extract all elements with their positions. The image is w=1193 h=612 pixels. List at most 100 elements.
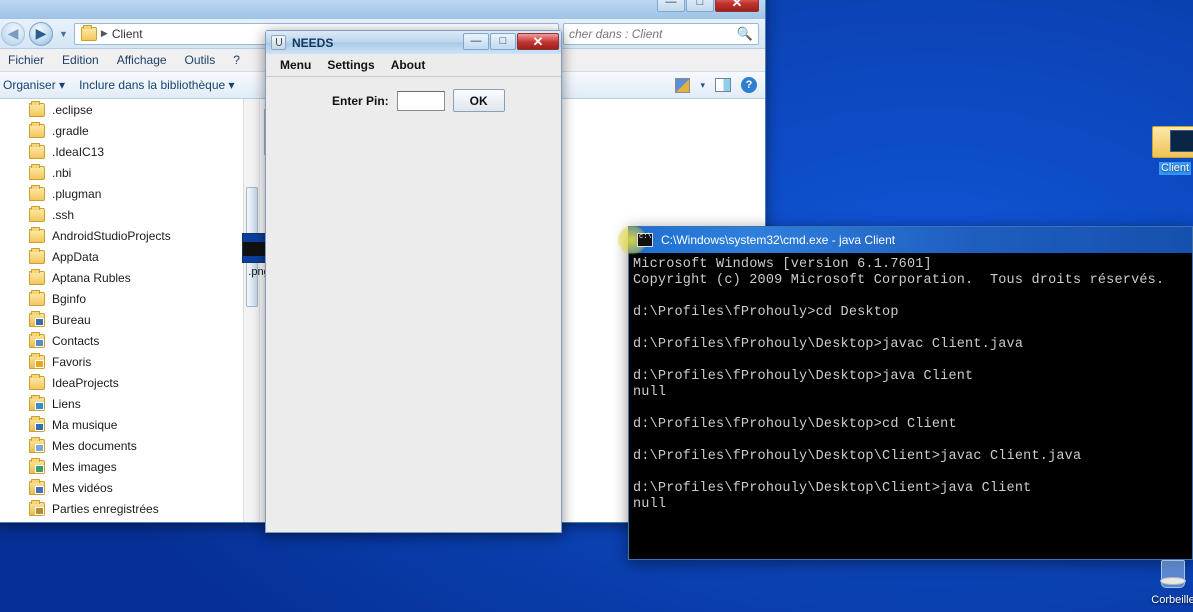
cmd-line: [633, 289, 1192, 305]
documents-folder-icon: [29, 436, 45, 453]
cmd-line: null: [633, 497, 667, 512]
menu-help[interactable]: ?: [224, 51, 249, 69]
desktop-icon-recycle-bin[interactable]: Corbeille: [1135, 558, 1193, 607]
navpane-item-label: .nbi: [52, 165, 72, 180]
navpane-item-favoris[interactable]: Favoris: [0, 351, 259, 372]
menu-item-about[interactable]: About: [383, 56, 434, 74]
navpane-item-label: Mes images: [52, 459, 117, 474]
search-text: cher dans : Client: [569, 26, 663, 41]
chevron-down-icon: ▾: [228, 78, 235, 92]
navpane-item-label: AndroidStudioProjects: [52, 228, 171, 243]
menu-item-menu[interactable]: Menu: [272, 56, 319, 74]
folder-icon: [80, 24, 97, 41]
cmd-line: d:\Profiles\fProhouly>cd Desktop: [633, 305, 899, 320]
search-input[interactable]: cher dans : Client 🔍: [563, 22, 759, 45]
favorites-folder-icon: [29, 352, 45, 369]
explorer-window-controls[interactable]: — □ ✕: [657, 0, 759, 12]
navpane-item-label: Parties enregistrées: [52, 501, 159, 516]
navpane-item-mes-vid-os[interactable]: Mes vidéos: [0, 477, 259, 498]
navpane-item-mes-documents[interactable]: Mes documents: [0, 435, 259, 456]
cmd-title: C:\Windows\system32\cmd.exe - java Clien…: [661, 233, 896, 247]
pin-input[interactable]: [396, 90, 445, 111]
navpane-item-ideaprojects[interactable]: IdeaProjects: [0, 372, 259, 393]
desktop-icon-client[interactable]: Client: [1137, 122, 1193, 175]
preview-pane-icon[interactable]: [715, 78, 731, 92]
navpane-item-liens[interactable]: Liens: [0, 393, 259, 414]
back-arrow-icon[interactable]: ▶: [1, 21, 25, 46]
navpane-item-label: .IdeaIC13: [52, 144, 105, 159]
desktop-folder-icon: [29, 310, 45, 327]
cmd-line: Microsoft Windows [version 6.1.7601]: [633, 257, 932, 272]
cmd-line: [633, 321, 1192, 337]
close-button[interactable]: ✕: [517, 33, 559, 50]
navpane-item-bginfo[interactable]: Bginfo: [0, 288, 259, 309]
cmd-line: null: [633, 385, 667, 400]
navpane-item-nbi[interactable]: .nbi: [0, 162, 259, 183]
breadcrumb-separator: ▶: [100, 28, 108, 38]
organize-button[interactable]: Organiser ▾: [3, 78, 65, 92]
navigation-pane[interactable]: .eclipse .gradle .IdeaIC13 .nbi .plugman .ssh…: [0, 99, 260, 522]
navpane-item-label: .gradle: [52, 123, 89, 138]
close-button[interactable]: ✕: [715, 0, 759, 12]
menu-fichier[interactable]: Fichier: [0, 51, 53, 69]
chevron-down-icon[interactable]: ▾: [700, 80, 705, 91]
cmd-line: [633, 401, 1192, 417]
navpane-item-label: Mes vidéos: [52, 480, 113, 495]
cmd-titlebar[interactable]: c:\ C:\Windows\system32\cmd.exe - java C…: [617, 225, 1192, 255]
view-mode-icon[interactable]: [675, 77, 691, 93]
pin-entry-form: Enter Pin: OK: [266, 77, 561, 112]
needs-application-window[interactable]: NEEDS — □ ✕ Menu Settings About Enter Pi…: [265, 30, 562, 533]
pin-label: Enter Pin:: [332, 93, 389, 108]
needs-menubar[interactable]: Menu Settings About: [266, 54, 561, 77]
navpane-item-label: .eclipse: [52, 102, 93, 117]
menu-affichage[interactable]: Affichage: [108, 51, 176, 69]
search-icon[interactable]: 🔍: [737, 26, 753, 42]
navpane-item-gradle[interactable]: .gradle: [0, 120, 259, 141]
folder-icon: [29, 121, 45, 138]
navpane-item-bureau[interactable]: Bureau: [0, 309, 259, 330]
help-icon[interactable]: ?: [741, 77, 757, 93]
navpane-item-parties-enregistr-es[interactable]: Parties enregistrées: [0, 498, 259, 519]
navpane-item-ssh[interactable]: .ssh: [0, 204, 259, 225]
navpane-item-label: Bginfo: [52, 291, 87, 306]
ok-button[interactable]: OK: [452, 89, 505, 112]
folder-icon: [29, 226, 45, 243]
navpane-item-contacts[interactable]: Contacts: [0, 330, 259, 351]
savedgames-folder-icon: [29, 499, 45, 516]
navpane-item-label: IdeaProjects: [52, 375, 119, 390]
folder-icon: [29, 205, 45, 222]
navpane-item-eclipse[interactable]: .eclipse: [0, 99, 259, 120]
command-prompt-window[interactable]: c:\ C:\Windows\system32\cmd.exe - java C…: [617, 225, 1193, 560]
minimize-button[interactable]: —: [657, 0, 685, 12]
folder-icon: [29, 247, 45, 264]
needs-titlebar[interactable]: NEEDS — □ ✕: [266, 31, 561, 54]
needs-window-controls[interactable]: — □ ✕: [463, 33, 559, 50]
chevron-down-icon[interactable]: ▼: [57, 29, 70, 39]
include-in-library-button[interactable]: Inclure dans la bibliothèque ▾: [79, 78, 234, 92]
folder-icon: [29, 268, 45, 285]
cmd-output[interactable]: Microsoft Windows [version 6.1.7601] Copy…: [629, 253, 1192, 513]
navpane-item-label: .ssh: [52, 207, 75, 222]
minimize-button[interactable]: —: [463, 33, 489, 50]
navpane-item-ideaic13[interactable]: .IdeaIC13: [0, 141, 259, 162]
desktop-icon-label: Client: [1158, 162, 1192, 175]
maximize-button[interactable]: □: [490, 33, 516, 50]
navpane-item-plugman[interactable]: .plugman: [0, 183, 259, 204]
navpane-item-label: Liens: [52, 396, 81, 411]
maximize-button[interactable]: □: [686, 0, 714, 12]
menu-item-settings[interactable]: Settings: [319, 56, 382, 74]
folder-icon: [29, 163, 45, 180]
menu-outils[interactable]: Outils: [176, 51, 225, 69]
cmd-line: d:\Profiles\fProhouly\Desktop\Client>jav…: [633, 481, 1032, 496]
command-bar-right-group[interactable]: ▾ ?: [675, 77, 757, 93]
music-folder-icon: [29, 415, 45, 432]
navpane-item-label: Contacts: [52, 333, 100, 348]
menu-edition[interactable]: Edition: [53, 51, 108, 69]
explorer-titlebar[interactable]: — □ ✕: [0, 0, 765, 19]
cmd-line: [633, 353, 1192, 369]
navpane-item-mes-images[interactable]: Mes images: [0, 456, 259, 477]
forward-arrow-icon[interactable]: ▶: [29, 21, 53, 46]
navpane-item-ma-musique[interactable]: Ma musique: [0, 414, 259, 435]
cmd-line: d:\Profiles\fProhouly\Desktop>java Clien…: [633, 369, 974, 384]
folder-icon: [29, 100, 45, 117]
